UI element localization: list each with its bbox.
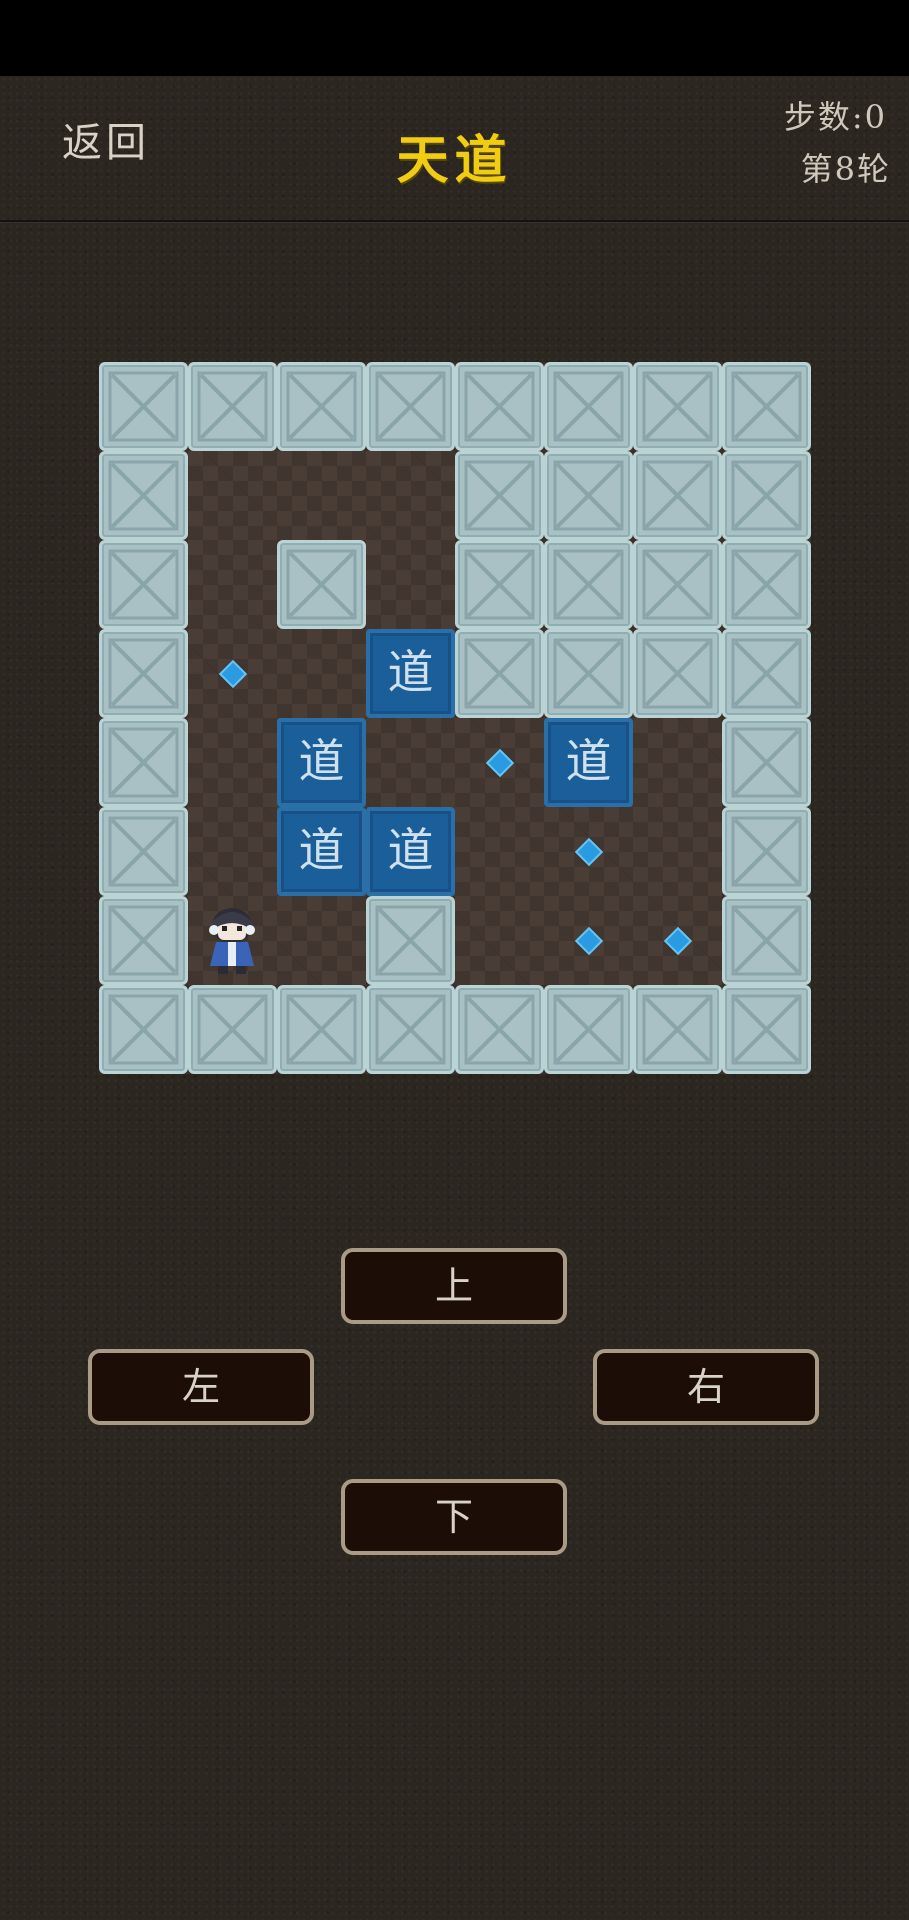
wall-block bbox=[722, 629, 811, 718]
wall-block bbox=[722, 540, 811, 629]
floor-tile bbox=[455, 896, 544, 985]
wall-block bbox=[99, 985, 188, 1074]
push-box: 道 bbox=[277, 807, 366, 896]
wall-block bbox=[455, 629, 544, 718]
wall-block bbox=[99, 807, 188, 896]
wall-block bbox=[455, 985, 544, 1074]
wall-block bbox=[722, 807, 811, 896]
wall-block bbox=[277, 362, 366, 451]
floor-tile bbox=[188, 807, 277, 896]
floor-tile bbox=[455, 807, 544, 896]
wall-block bbox=[544, 540, 633, 629]
floor-tile bbox=[188, 451, 277, 540]
floor-tile bbox=[366, 718, 455, 807]
push-box: 道 bbox=[544, 718, 633, 807]
floor-tile bbox=[277, 451, 366, 540]
wall-block bbox=[722, 896, 811, 985]
wall-block bbox=[277, 985, 366, 1074]
wall-block bbox=[544, 629, 633, 718]
wall-block bbox=[188, 362, 277, 451]
wall-block bbox=[99, 451, 188, 540]
left-button[interactable]: 左 bbox=[88, 1349, 314, 1425]
wall-block bbox=[633, 985, 722, 1074]
wall-block bbox=[544, 362, 633, 451]
floor-tile bbox=[633, 718, 722, 807]
wall-block bbox=[722, 362, 811, 451]
floor-tile bbox=[188, 540, 277, 629]
wall-block bbox=[455, 362, 544, 451]
wall-block bbox=[544, 451, 633, 540]
floor-tile bbox=[366, 540, 455, 629]
wall-block bbox=[366, 985, 455, 1074]
status-bar bbox=[0, 0, 909, 76]
wall-block bbox=[99, 362, 188, 451]
floor-tile bbox=[633, 807, 722, 896]
wall-block bbox=[99, 629, 188, 718]
wall-block bbox=[188, 985, 277, 1074]
wall-block bbox=[366, 362, 455, 451]
floor-tile bbox=[366, 451, 455, 540]
wall-block bbox=[544, 985, 633, 1074]
wall-block bbox=[99, 718, 188, 807]
wall-block bbox=[633, 540, 722, 629]
floor-tile bbox=[277, 629, 366, 718]
push-box: 道 bbox=[277, 718, 366, 807]
push-box: 道 bbox=[366, 629, 455, 718]
wall-block bbox=[277, 540, 366, 629]
wall-block bbox=[455, 540, 544, 629]
round-label: 第8轮 bbox=[800, 150, 891, 188]
wall-block bbox=[633, 629, 722, 718]
push-box: 道 bbox=[366, 807, 455, 896]
floor-tile bbox=[277, 896, 366, 985]
game-title: 天道 bbox=[396, 130, 513, 191]
step-counter-value: 0 bbox=[864, 98, 887, 136]
wall-block bbox=[633, 362, 722, 451]
up-button[interactable]: 上 bbox=[341, 1248, 567, 1324]
wall-block bbox=[722, 985, 811, 1074]
wall-block bbox=[455, 451, 544, 540]
right-button[interactable]: 右 bbox=[593, 1349, 819, 1425]
puzzle-board: 道道道道道 bbox=[99, 362, 811, 1074]
step-counter: 步数:0 bbox=[784, 92, 887, 138]
step-counter-label: 步数: bbox=[783, 98, 865, 136]
wall-block bbox=[722, 451, 811, 540]
player-character bbox=[188, 896, 277, 985]
wall-block bbox=[99, 896, 188, 985]
down-button[interactable]: 下 bbox=[341, 1479, 567, 1555]
wall-block bbox=[366, 896, 455, 985]
wall-block bbox=[722, 718, 811, 807]
wall-block bbox=[99, 540, 188, 629]
wall-block bbox=[633, 451, 722, 540]
floor-tile bbox=[188, 718, 277, 807]
